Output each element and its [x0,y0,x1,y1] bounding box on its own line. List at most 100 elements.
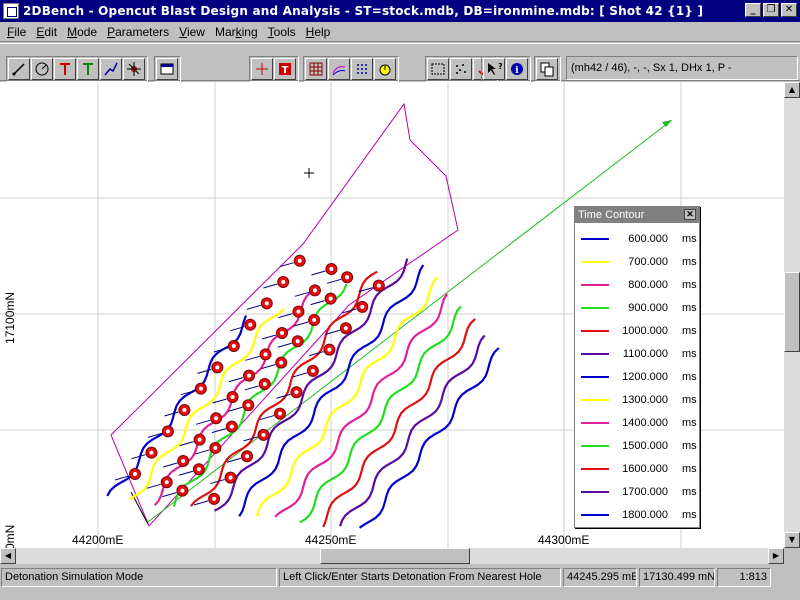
legend-unit: ms [682,370,697,383]
grid-icon[interactable] [305,58,327,80]
polyline-icon[interactable] [100,58,122,80]
legend-row: 1200.000 ms [575,365,699,388]
cursor-cross-icon[interactable] [251,58,273,80]
scroll-corner [784,548,800,564]
status-bar: Detonation Simulation Mode Left Click/En… [0,566,800,588]
legend-unit: ms [682,255,697,268]
legend-row: 1800.000 ms [575,503,699,526]
legend-unit: ms [682,347,697,360]
status-info-box: (mh42 / 46), -, -, Sx 1, DHx 1, P - [566,56,798,80]
legend-row: 900.000 ms [575,296,699,319]
legend-swatch [581,283,609,286]
contour-line [322,318,476,528]
toolbar-group-window [154,56,181,82]
time-contour-legend[interactable]: Time Contour ✕ 600.000 ms 700.000 ms 800.000… [574,206,700,528]
menu-bar: File Edit Mode Parameters View Marking Tools He… [0,22,800,42]
contour-line [358,347,500,529]
blast-hole [131,446,158,460]
status-hint: Left Click/Enter Starts Detonation From … [279,567,561,587]
restore-button[interactable]: ❐ [763,3,779,17]
scatter-icon[interactable] [450,58,472,80]
legend-swatch [581,329,609,332]
menu-item-7[interactable]: Help [301,25,336,39]
dots-grid-icon[interactable] [351,58,373,80]
blast-hole [246,297,273,310]
legend-row: 1000.000 ms [575,319,699,342]
legend-value: 1800.000 [622,508,668,521]
legend-swatch [581,467,609,470]
legend-swatch [581,444,609,447]
legend-swatch [581,306,609,309]
burst-icon[interactable] [123,58,145,80]
vertical-scrollbar[interactable]: ▲ ▼ [784,82,800,548]
close-button[interactable]: ✕ [781,3,797,17]
contour-icon[interactable] [328,58,350,80]
legend-row: 700.000 ms [575,250,699,273]
legend-title: Time Contour [578,209,645,221]
legend-row: 1600.000 ms [575,457,699,480]
legend-swatch [581,352,609,355]
menu-item-4[interactable]: View [174,25,210,39]
toolbar-group-copy [534,56,561,82]
scroll-down-button[interactable]: ▼ [784,532,800,548]
horizontal-scroll-thumb[interactable] [320,548,470,564]
hole-red-icon[interactable] [54,58,76,80]
legend-swatch [581,490,609,493]
toolbar-group-view [303,56,399,82]
menu-item-1[interactable]: Edit [31,25,62,39]
legend-row: 800.000 ms [575,273,699,296]
contour-line [128,307,285,501]
info-icon[interactable]: i [506,58,528,80]
legend-unit: ms [682,324,697,337]
legend-close-button[interactable]: ✕ [684,209,696,220]
title-bar[interactable]: 2DBench - Opencut Blast Design and Analy… [0,0,800,22]
svg-text:T: T [282,65,289,76]
legend-unit: ms [682,278,697,291]
legend-row: 1300.000 ms [575,388,699,411]
horizontal-scrollbar[interactable]: ◀ ▶ [0,548,784,564]
scroll-left-button[interactable]: ◀ [0,548,16,564]
legend-value: 700.000 [628,255,668,268]
legend-unit: ms [682,462,697,475]
line-draw-icon[interactable] [8,58,30,80]
legend-row: 1500.000 ms [575,434,699,457]
legend-unit: ms [682,416,697,429]
minimize-button[interactable]: _ [745,3,761,17]
text-tool-icon[interactable]: T [274,58,296,80]
toolbar-group-draw [6,56,148,82]
menu-item-5[interactable]: Marking [210,25,263,39]
blast-hole [228,369,256,383]
scroll-right-button[interactable]: ▶ [768,548,784,564]
scroll-up-button[interactable]: ▲ [784,82,800,98]
menu-item-0[interactable]: File [2,25,31,39]
blast-hole [292,364,319,378]
menu-item-2[interactable]: Mode [62,25,102,39]
legend-swatch [581,260,609,263]
select-region-icon[interactable] [427,58,449,80]
help-pointer-icon[interactable]: ? [483,58,505,80]
compass-icon[interactable] [31,58,53,80]
toolbar: T ? i (mh42 / 46), -, -, Sx 1, DHx 1, P … [0,43,800,82]
toolbar-group-select: T [249,56,299,82]
contour-line [338,334,486,527]
legend-unit: ms [682,301,697,314]
svg-text:?: ? [498,62,502,71]
legend-swatch [581,398,609,401]
legend-value: 1300.000 [622,393,668,406]
vertical-scroll-thumb[interactable] [784,272,800,352]
legend-unit: ms [682,508,697,521]
legend-unit: ms [682,485,697,498]
window-icon[interactable] [156,58,178,80]
timer-icon[interactable] [374,58,396,80]
menu-item-6[interactable]: Tools [263,25,301,39]
legend-unit: ms [682,439,697,452]
menu-item-3[interactable]: Parameters [102,25,174,39]
legend-value: 1000.000 [622,324,668,337]
legend-value: 1500.000 [622,439,668,452]
copy-icon[interactable] [536,58,558,80]
hole-green-icon[interactable] [77,58,99,80]
legend-rows: 600.000 ms 700.000 ms 800.000 ms 900.000 ms 1000… [575,223,699,526]
legend-value: 1200.000 [622,370,668,383]
app-icon[interactable] [3,3,19,19]
legend-title-bar[interactable]: Time Contour ✕ [575,207,699,223]
